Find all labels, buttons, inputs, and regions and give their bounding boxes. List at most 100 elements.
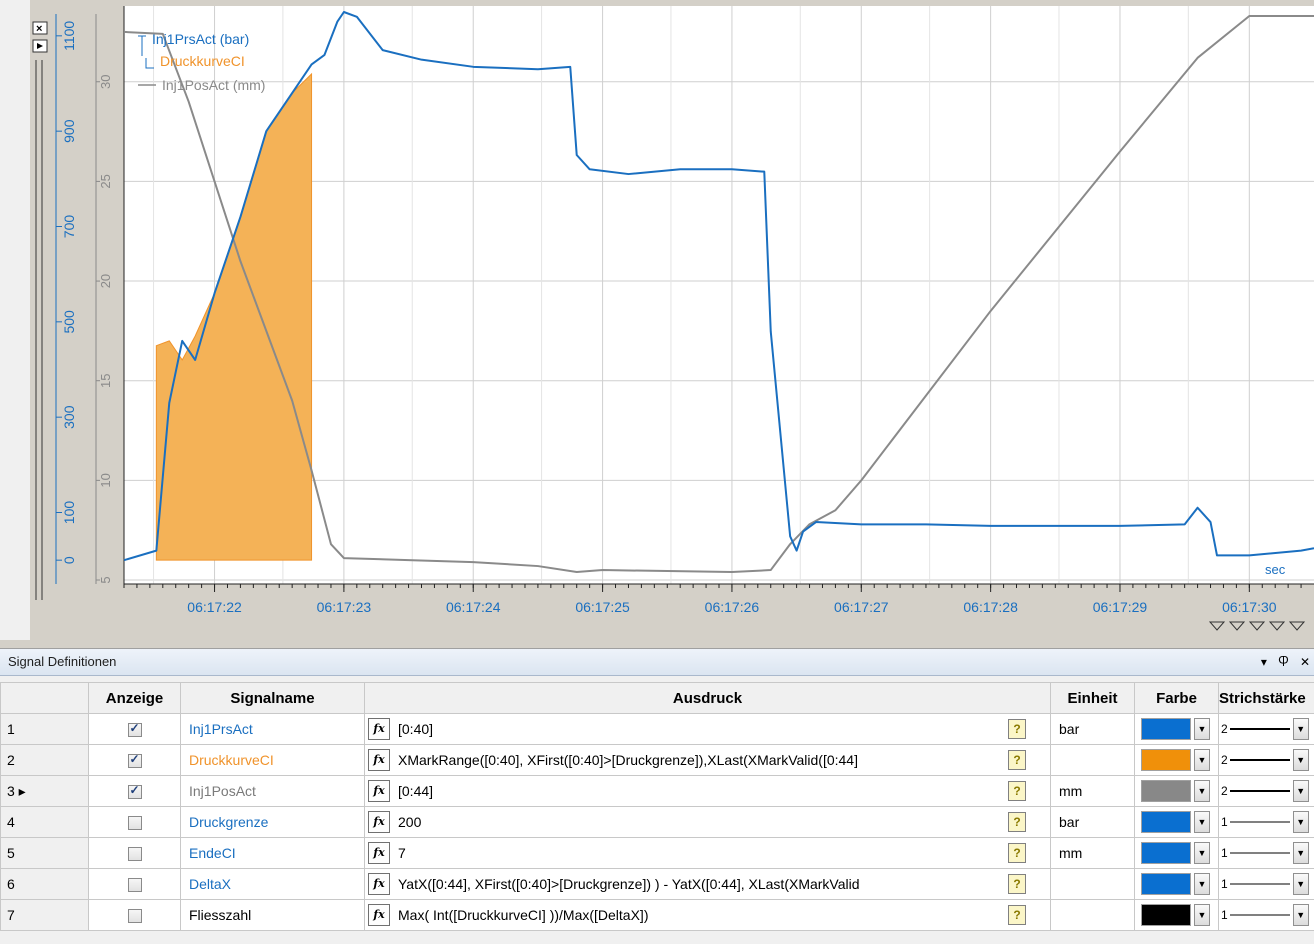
help-icon[interactable]: ? (1008, 843, 1026, 863)
color-swatch[interactable] (1141, 718, 1191, 740)
column-header-farbe[interactable]: Farbe (1135, 683, 1219, 714)
visibility-checkbox[interactable] (128, 754, 142, 768)
chevron-down-icon[interactable]: ▼ (1293, 780, 1309, 802)
line-width-cell[interactable]: 1▼ (1219, 869, 1314, 900)
chart-area[interactable]: ×06:17:2206:17:2306:17:2406:17:2506:17:2… (0, 0, 1314, 640)
signal-name-cell[interactable]: Druckgrenze (181, 807, 365, 838)
table-row[interactable]: 5EndeCIfx7?mm▼1▼ (1, 838, 1314, 869)
color-cell[interactable]: ▼ (1135, 776, 1219, 807)
visibility-checkbox[interactable] (128, 785, 142, 799)
expression-text[interactable]: 7 (398, 845, 1008, 861)
chevron-down-icon[interactable]: ▼ (1293, 873, 1309, 895)
row-number[interactable]: 6 (1, 869, 89, 900)
chevron-down-icon[interactable]: ▼ (1293, 811, 1309, 833)
expression-text[interactable]: YatX([0:44], XFirst([0:40]>[Druckgrenze]… (398, 876, 1008, 892)
chevron-down-icon[interactable]: ▼ (1293, 842, 1309, 864)
row-number[interactable]: 1 (1, 714, 89, 745)
visibility-checkbox[interactable] (128, 878, 142, 892)
expression-text[interactable]: [0:40] (398, 721, 1008, 737)
function-icon[interactable]: fx (368, 873, 390, 895)
help-icon[interactable]: ? (1008, 750, 1026, 770)
unit-cell[interactable]: mm (1051, 838, 1135, 869)
row-number[interactable]: 2 (1, 745, 89, 776)
column-header-ausdruck[interactable]: Ausdruck (365, 683, 1051, 714)
table-row[interactable]: 3 ▸Inj1PosActfx[0:44]?mm▼2▼ (1, 776, 1314, 807)
row-number[interactable]: 4 (1, 807, 89, 838)
table-row[interactable]: 2 DruckkurveCIfx XMarkRange([0:40], XFirst… (1, 745, 1314, 776)
color-swatch[interactable] (1141, 904, 1191, 926)
table-row[interactable]: 7FliesszahlfxMax( Int([DruckkurveCI] ))/… (1, 900, 1314, 931)
row-number[interactable]: 5 (1, 838, 89, 869)
color-cell[interactable]: ▼ (1135, 807, 1219, 838)
unit-cell[interactable]: bar (1051, 714, 1135, 745)
signal-name-cell[interactable]: Inj1PrsAct (181, 714, 365, 745)
panel-menu-icon[interactable]: ▾ (1261, 655, 1267, 669)
signal-name-cell[interactable]: DruckkurveCI (181, 745, 365, 776)
help-icon[interactable]: ? (1008, 812, 1026, 832)
line-width-cell[interactable]: 1▼ (1219, 807, 1314, 838)
expression-cell[interactable]: fx 7? (365, 838, 1051, 869)
close-icon[interactable]: ✕ (1300, 655, 1310, 669)
signal-name-cell[interactable]: DeltaX (181, 869, 365, 900)
function-icon[interactable]: fx (368, 780, 390, 802)
expression-cell[interactable]: fx 200? (365, 807, 1051, 838)
expression-text[interactable]: XMarkRange([0:40], XFirst([0:40]>[Druckg… (398, 752, 1008, 768)
help-icon[interactable]: ? (1008, 719, 1026, 739)
color-cell[interactable]: ▼ (1135, 714, 1219, 745)
line-width-cell[interactable]: 2▼ (1219, 776, 1314, 807)
color-swatch[interactable] (1141, 749, 1191, 771)
help-icon[interactable]: ? (1008, 874, 1026, 894)
column-header-signalname[interactable]: Signalname (181, 683, 365, 714)
chevron-down-icon[interactable]: ▼ (1194, 873, 1210, 895)
unit-cell[interactable] (1051, 900, 1135, 931)
chevron-down-icon[interactable]: ▼ (1194, 749, 1210, 771)
unit-cell[interactable] (1051, 869, 1135, 900)
color-swatch[interactable] (1141, 811, 1191, 833)
color-swatch[interactable] (1141, 780, 1191, 802)
help-icon[interactable]: ? (1008, 781, 1026, 801)
chevron-down-icon[interactable]: ▼ (1293, 749, 1309, 771)
signal-name-cell[interactable]: Fliesszahl (181, 900, 365, 931)
chevron-down-icon[interactable]: ▼ (1194, 904, 1210, 926)
chevron-down-icon[interactable]: ▼ (1194, 811, 1210, 833)
color-cell[interactable]: ▼ (1135, 745, 1219, 776)
line-width-cell[interactable]: 2▼ (1219, 714, 1314, 745)
color-cell[interactable]: ▼ (1135, 869, 1219, 900)
function-icon[interactable]: fx (368, 718, 390, 740)
signal-name-cell[interactable]: EndeCI (181, 838, 365, 869)
visibility-checkbox[interactable] (128, 909, 142, 923)
function-icon[interactable]: fx (368, 904, 390, 926)
expression-cell[interactable]: fx Max( Int([DruckkurveCI] ))/Max([DeltaX… (365, 900, 1051, 931)
visibility-checkbox[interactable] (128, 723, 142, 737)
expression-text[interactable]: [0:44] (398, 783, 1008, 799)
unit-cell[interactable] (1051, 745, 1135, 776)
expression-cell[interactable]: fx [0:40]? (365, 714, 1051, 745)
function-icon[interactable]: fx (368, 749, 390, 771)
column-header-anzeige[interactable]: Anzeige (89, 683, 181, 714)
line-width-cell[interactable]: 2▼ (1219, 745, 1314, 776)
signal-name-cell[interactable]: Inj1PosAct (181, 776, 365, 807)
line-width-cell[interactable]: 1▼ (1219, 838, 1314, 869)
column-header-einheit[interactable]: Einheit (1051, 683, 1135, 714)
chevron-down-icon[interactable]: ▼ (1194, 780, 1210, 802)
color-swatch[interactable] (1141, 873, 1191, 895)
expression-text[interactable]: Max( Int([DruckkurveCI] ))/Max([DeltaX]) (398, 907, 1008, 923)
column-header-strichstaerke[interactable]: Strichstärke (1219, 683, 1314, 714)
line-width-cell[interactable]: 1▼ (1219, 900, 1314, 931)
expression-text[interactable]: 200 (398, 814, 1008, 830)
expression-cell[interactable]: fx [0:44]? (365, 776, 1051, 807)
visibility-checkbox[interactable] (128, 816, 142, 830)
table-row[interactable]: 1 Inj1PrsActfx [0:40]? bar ▼ 2▼ (1, 714, 1314, 745)
row-number[interactable]: 3 ▸ (1, 776, 89, 807)
help-icon[interactable]: ? (1008, 905, 1026, 925)
table-row[interactable]: 6 DeltaXfx YatX([0:44], XFirst([0:40]>[Dru… (1, 869, 1314, 900)
unit-cell[interactable]: mm (1051, 776, 1135, 807)
function-icon[interactable]: fx (368, 811, 390, 833)
function-icon[interactable]: fx (368, 842, 390, 864)
color-cell[interactable]: ▼ (1135, 900, 1219, 931)
chevron-down-icon[interactable]: ▼ (1194, 842, 1210, 864)
unit-cell[interactable]: bar (1051, 807, 1135, 838)
chevron-down-icon[interactable]: ▼ (1194, 718, 1210, 740)
expression-cell[interactable]: fx XMarkRange([0:40], XFirst([0:40]>[Druc… (365, 745, 1051, 776)
chevron-down-icon[interactable]: ▼ (1293, 904, 1309, 926)
